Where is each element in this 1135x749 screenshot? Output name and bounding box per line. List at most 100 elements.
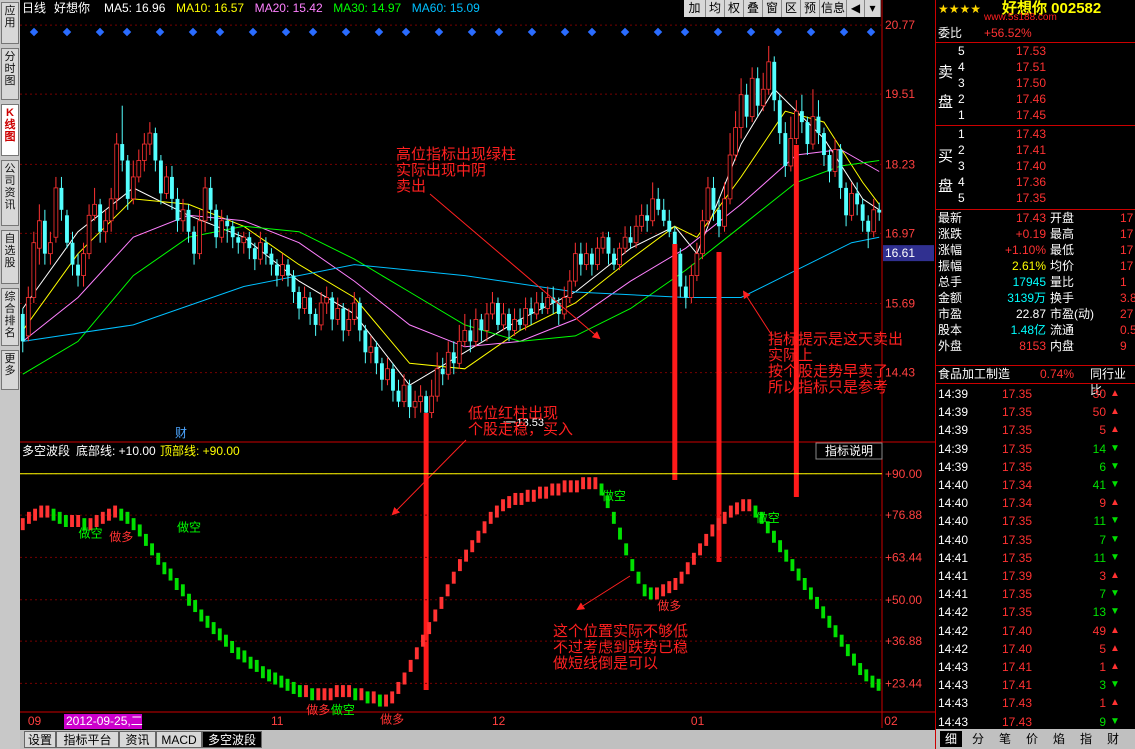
indicator-bar — [359, 688, 364, 701]
toolbar-button-3[interactable]: 叠 — [744, 0, 763, 17]
tick-price: 17.41 — [1002, 678, 1033, 693]
indicator-bar — [384, 694, 388, 707]
left-tab-6[interactable]: 更多 — [1, 350, 19, 390]
arrow-down-icon: ▼ — [1110, 551, 1120, 563]
stock-name-label: 好想你 — [54, 0, 90, 15]
indicator-bar — [550, 483, 555, 496]
quote-tab-6[interactable]: 财 — [1102, 731, 1124, 747]
tick-time: 14:39 — [938, 387, 969, 401]
quote-tab-1[interactable]: 分 — [967, 731, 989, 747]
indicator-bar — [538, 486, 542, 499]
bottom-tab-2[interactable]: 资讯 — [119, 731, 156, 748]
ma-legend-0: MA5: 16.96 — [104, 1, 166, 15]
indicator-bar — [162, 562, 167, 575]
left-tab-1[interactable]: 分时图 — [1, 48, 19, 100]
candle[interactable] — [65, 209, 69, 249]
toolbar-button-2[interactable]: 权 — [725, 0, 744, 17]
bottom-indicator-tabs: 设置 指标平台 资讯 MACD 多空波段 — [20, 730, 935, 749]
bid-price: 17.35 — [1015, 191, 1046, 205]
dropdown-icon[interactable]: ▾ — [865, 0, 881, 17]
indicator-bar — [827, 615, 832, 628]
kline-chart[interactable]: 日线 好想你 MA5: 16.96 MA10: 16.57 MA20: 15.42 MA3… — [20, 0, 935, 749]
toolbar-button-7[interactable]: 信息 — [820, 0, 847, 17]
indicator-bar — [377, 694, 382, 707]
toolbar-button-6[interactable]: 预 — [801, 0, 820, 17]
bottom-tab-1[interactable]: 指标平台 — [56, 731, 119, 748]
quote-tab-3[interactable]: 价 — [1021, 731, 1043, 747]
stat-label-2: 内盘 — [1050, 339, 1075, 353]
bottom-tab-4[interactable]: 多空波段 — [202, 731, 262, 748]
tick-volume: 5 — [1099, 423, 1106, 438]
stat-row: 涨跌 +0.19 最高 17 — [936, 226, 1135, 242]
ask-level: 3 — [958, 76, 965, 90]
toolbar-button-0[interactable]: 加 — [684, 0, 706, 17]
quote-tab-5[interactable]: 指 — [1075, 731, 1097, 747]
bid-row: 5 17.35 — [936, 190, 1135, 206]
stat-label: 总手 — [938, 275, 963, 289]
indicator-bar — [494, 505, 499, 518]
tick-price: 17.35 — [1002, 405, 1033, 420]
tick-row: 14:43 17.41 1 ▲ — [936, 659, 1135, 675]
tick-volume: 9 — [1099, 496, 1106, 511]
indicator-bar — [544, 486, 549, 499]
indicator-bar — [556, 483, 561, 496]
left-tab-4[interactable]: 自选股 — [1, 230, 19, 284]
rating-stars: ★★★★ — [938, 2, 982, 16]
candle[interactable] — [31, 231, 37, 303]
indicator-bar — [414, 647, 419, 660]
tick-price: 17.35 — [1002, 605, 1033, 620]
buy-label: 买盘 — [938, 148, 954, 195]
tick-volume: 49 — [1092, 623, 1106, 638]
indicator-bar — [488, 511, 493, 524]
bid-price: 17.36 — [1015, 175, 1046, 189]
tick-row: 14:43 17.41 3 ▼ — [936, 677, 1135, 693]
bottom-tab-0[interactable]: 设置 — [24, 731, 56, 748]
indicator-tick-2: +63.44 — [885, 550, 922, 564]
toolbar-button-1[interactable]: 均 — [706, 0, 725, 17]
annotation-1-line-0: 低位红柱出现 — [468, 405, 558, 422]
quote-bottom-tabs: 细分笔价焰指财 — [936, 729, 1135, 749]
kline-chart-area[interactable]: 日线 好想你 MA5: 16.96 MA10: 16.57 MA20: 15.42 MA3… — [20, 0, 935, 749]
tick-time: 14:39 — [938, 441, 969, 456]
industry-row: 食品加工制造 0.74% 同行业比 — [936, 366, 1135, 397]
indicator-bar — [691, 552, 696, 565]
sep-5 — [936, 383, 1135, 384]
bid-row: 1 17.43 — [936, 126, 1135, 142]
indicator-signal-4: 做空 — [331, 702, 355, 717]
left-vertical-tabs: 应用分时图 K线图公司资讯自选股综合排名更多 — [0, 0, 20, 749]
industry-change: 0.74% — [1040, 367, 1075, 381]
sell-label: 卖盘 — [938, 64, 954, 111]
tick-row: 14:40 17.34 41 ▼ — [936, 477, 1135, 493]
tick-volume: 7 — [1099, 587, 1106, 602]
indicator-bar — [685, 562, 690, 575]
left-tab-3[interactable]: 公司资讯 — [1, 160, 19, 226]
ask-price: 17.45 — [1015, 108, 1046, 122]
toolbar-button-4[interactable]: 窗 — [763, 0, 782, 17]
candle[interactable] — [114, 133, 120, 210]
left-arrow-icon[interactable]: ◀ — [847, 0, 865, 17]
left-tab-0[interactable]: 应用 — [1, 2, 19, 44]
indicator-bar — [174, 578, 179, 590]
tick-time: 14:43 — [938, 660, 969, 674]
quote-tab-0[interactable]: 细 — [940, 731, 962, 747]
quote-tab-4[interactable]: 焰 — [1048, 731, 1070, 747]
indicator-bar — [476, 530, 481, 543]
indicator-bar — [661, 584, 666, 597]
current-price-label: 16.61 — [885, 246, 915, 260]
left-tab-5[interactable]: 综合排名 — [1, 288, 19, 346]
date-tick-0: 09 — [28, 714, 42, 728]
left-tab-2[interactable]: K线图 — [1, 104, 19, 156]
date-tick-3: 01 — [691, 714, 705, 728]
webi-label: 委比 — [938, 26, 963, 40]
indicator-bar — [525, 489, 530, 502]
tick-volume: 1 — [1099, 696, 1106, 711]
tick-volume: 7 — [1099, 532, 1106, 547]
indicator-bar — [150, 543, 154, 556]
quote-tab-2[interactable]: 笔 — [994, 731, 1016, 747]
bottom-tab-3[interactable]: MACD — [156, 731, 202, 748]
tick-row: 14:39 17.35 6 ▼ — [936, 459, 1135, 475]
indicator-bar — [636, 571, 641, 584]
indicator-bar — [667, 581, 672, 594]
tick-volume: 6 — [1099, 459, 1106, 474]
toolbar-button-5[interactable]: 区 — [782, 0, 801, 17]
